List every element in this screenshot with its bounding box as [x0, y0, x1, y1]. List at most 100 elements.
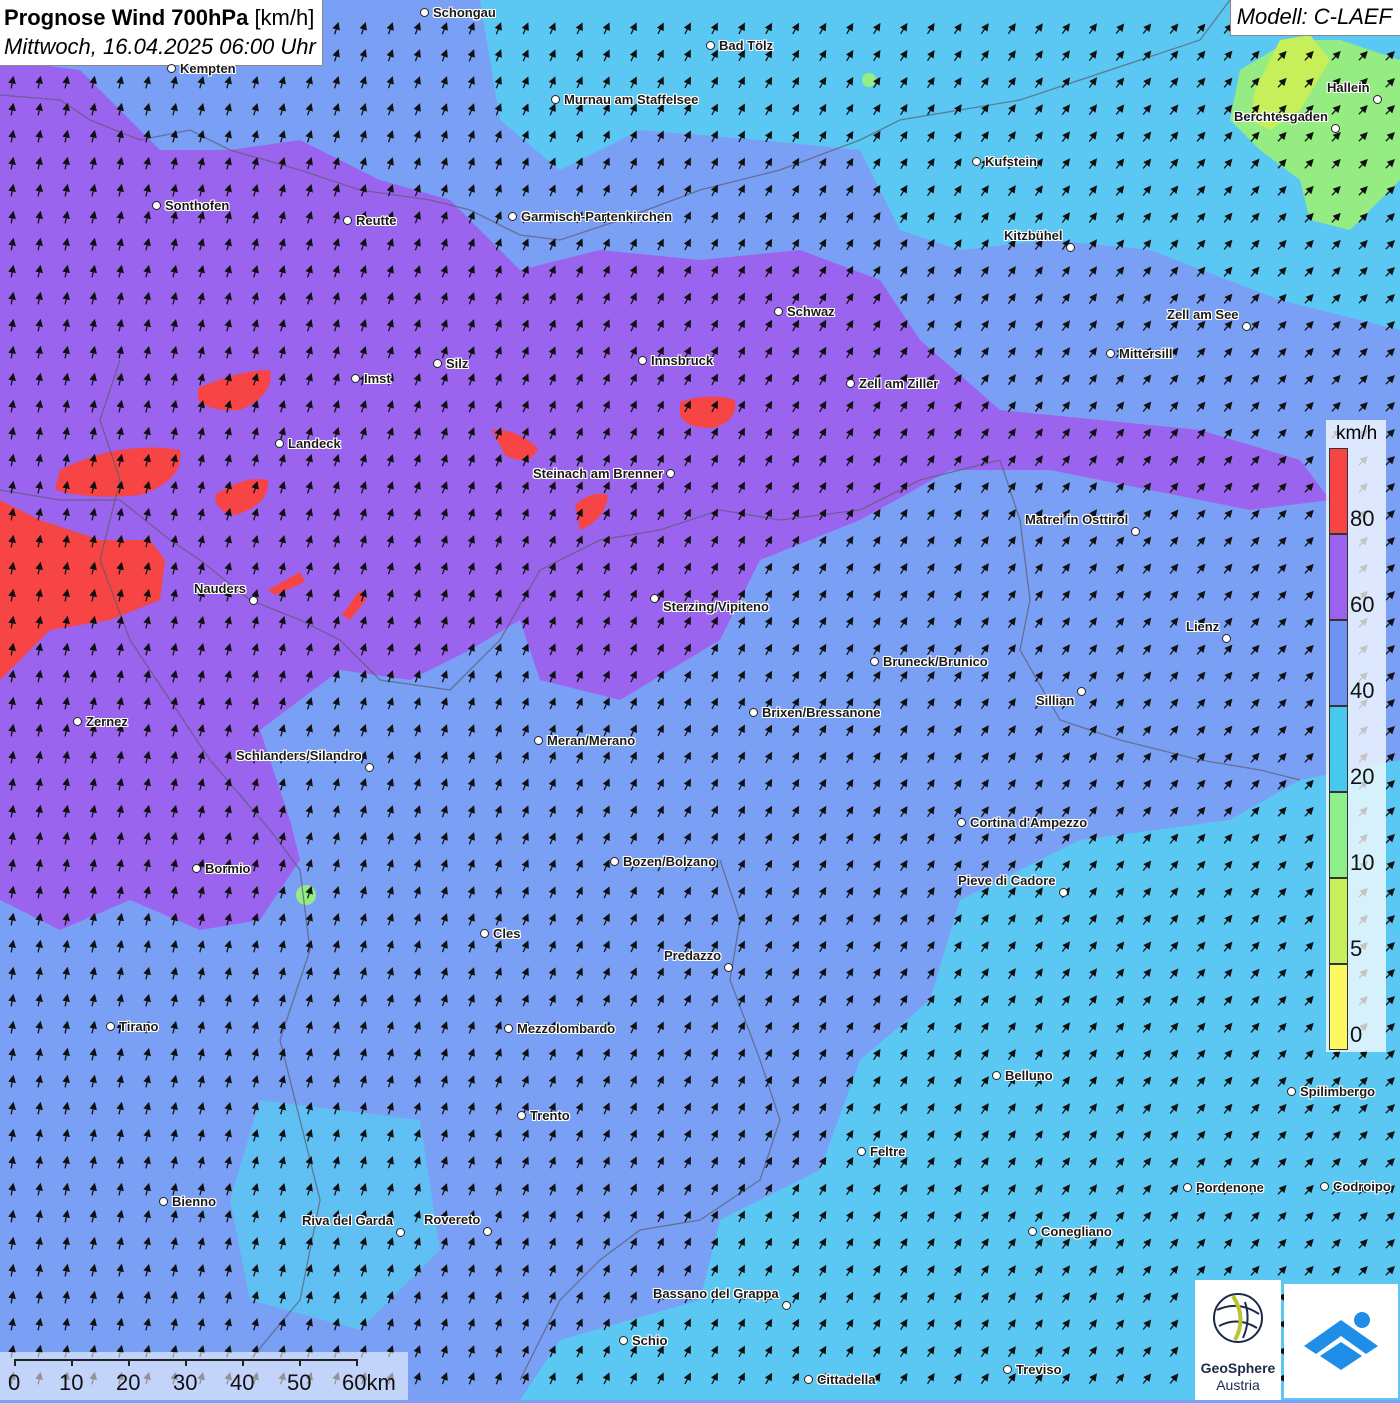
city-label: Schwaz	[787, 304, 835, 319]
city-marker	[167, 64, 176, 73]
city-label: Schongau	[433, 5, 496, 20]
city-marker	[1222, 634, 1231, 643]
city-label: Conegliano	[1041, 1224, 1112, 1239]
scale-label: 40	[230, 1370, 255, 1395]
scale-tick	[185, 1359, 187, 1366]
city-marker	[1106, 349, 1115, 358]
scale-label: 30	[173, 1370, 198, 1395]
city-marker	[706, 41, 715, 50]
city-marker	[249, 596, 258, 605]
city-marker	[159, 1197, 168, 1206]
city-marker	[1183, 1183, 1192, 1192]
city-marker	[351, 374, 360, 383]
scale-label: 10	[59, 1370, 84, 1395]
city-marker	[275, 439, 284, 448]
scale-tick	[242, 1359, 244, 1366]
legend-swatch	[1329, 964, 1348, 1050]
city-marker	[433, 359, 442, 368]
city-marker	[1066, 243, 1075, 252]
city-marker	[1242, 322, 1251, 331]
city-marker	[846, 379, 855, 388]
city-marker	[724, 963, 733, 972]
map-datetime: Mittwoch, 16.04.2025 06:00 Uhr	[4, 34, 316, 59]
city-label: Bruneck/Brunico	[883, 654, 988, 669]
city-label: Lienz	[1186, 619, 1220, 634]
city-label: Bozen/Bolzano	[623, 854, 717, 869]
city-marker	[420, 8, 429, 17]
city-marker	[106, 1022, 115, 1031]
legend-label: 40	[1350, 678, 1375, 703]
city-marker	[1059, 888, 1068, 897]
scale-label: 50	[287, 1370, 312, 1395]
geosphere-name: GeoSphere	[1200, 1360, 1276, 1376]
city-marker	[782, 1301, 791, 1310]
city-label: Brixen/Bressanone	[762, 705, 881, 720]
city-marker	[365, 763, 374, 772]
cloud-sun-icon	[1304, 1312, 1378, 1370]
scale-label: 0	[8, 1370, 21, 1395]
city-label: Landeck	[288, 436, 341, 451]
city-marker	[1131, 527, 1140, 536]
city-label: Mezzolombardo	[517, 1021, 616, 1036]
city-marker	[638, 356, 647, 365]
title-box: Prognose Wind 700hPa [km/h] Mittwoch, 16…	[0, 0, 323, 66]
city-label: Reutte	[356, 213, 397, 228]
city-label: Feltre	[870, 1144, 906, 1159]
city-label: Nauders	[194, 581, 247, 596]
city-label: Tirano	[119, 1019, 159, 1034]
city-marker	[517, 1111, 526, 1120]
city-marker	[857, 1147, 866, 1156]
legend-label: 80	[1350, 506, 1375, 531]
city-label: Berchtesgaden	[1234, 109, 1328, 124]
city-marker	[610, 857, 619, 866]
city-marker	[1077, 687, 1086, 696]
city-marker	[508, 212, 517, 221]
city-label: Meran/Merano	[547, 733, 636, 748]
city-marker	[504, 1024, 513, 1033]
scale-tick	[128, 1359, 130, 1366]
city-label: Predazzo	[664, 948, 722, 963]
city-marker	[551, 95, 560, 104]
title-unit: [km/h]	[254, 5, 315, 30]
legend-swatch	[1329, 534, 1348, 620]
city-label: Bad Tölz	[719, 38, 774, 53]
scale-tick	[356, 1359, 358, 1366]
legend-label: 20	[1350, 764, 1375, 789]
city-label: Rovereto	[424, 1212, 481, 1227]
city-marker	[396, 1228, 405, 1237]
city-marker	[480, 929, 489, 938]
scale-tick	[299, 1359, 301, 1366]
city-label: Pieve di Cadore	[958, 873, 1056, 888]
city-marker	[870, 657, 879, 666]
city-label: Matrei in Osttirol	[1025, 512, 1129, 527]
city-label: Trento	[530, 1108, 570, 1123]
city-marker	[992, 1071, 1001, 1080]
legend-label: 0	[1350, 1022, 1363, 1047]
city-label: Treviso	[1016, 1362, 1062, 1377]
city-label: Hallein	[1327, 80, 1370, 95]
city-label: Riva del Garda	[302, 1213, 394, 1228]
city-label: Zell am Ziller	[859, 376, 939, 391]
city-label: Kempten	[180, 61, 236, 76]
geosphere-emblem-icon	[1213, 1293, 1263, 1343]
city-label: Imst	[364, 371, 391, 386]
legend-swatch	[1329, 878, 1348, 964]
city-label: Sonthofen	[165, 198, 230, 213]
city-marker	[650, 594, 659, 603]
city-marker	[483, 1227, 492, 1236]
city-marker	[1331, 124, 1340, 133]
app-logo	[1284, 1284, 1398, 1398]
city-marker	[1373, 95, 1382, 104]
city-label: Kitzbühel	[1004, 228, 1063, 243]
map-title: Prognose Wind 700hPa [km/h]	[4, 3, 316, 32]
city-marker	[1028, 1227, 1037, 1236]
scale-label: 20	[116, 1370, 141, 1395]
city-label: Innsbruck	[651, 353, 714, 368]
city-marker	[972, 157, 981, 166]
legend-unit: km/h	[1336, 423, 1378, 444]
city-label: Mittersill	[1119, 346, 1173, 361]
city-label: Cortina d'Ampezzo	[970, 815, 1088, 830]
scale-tick	[71, 1359, 73, 1366]
city-marker	[1287, 1087, 1296, 1096]
city-marker	[152, 201, 161, 210]
